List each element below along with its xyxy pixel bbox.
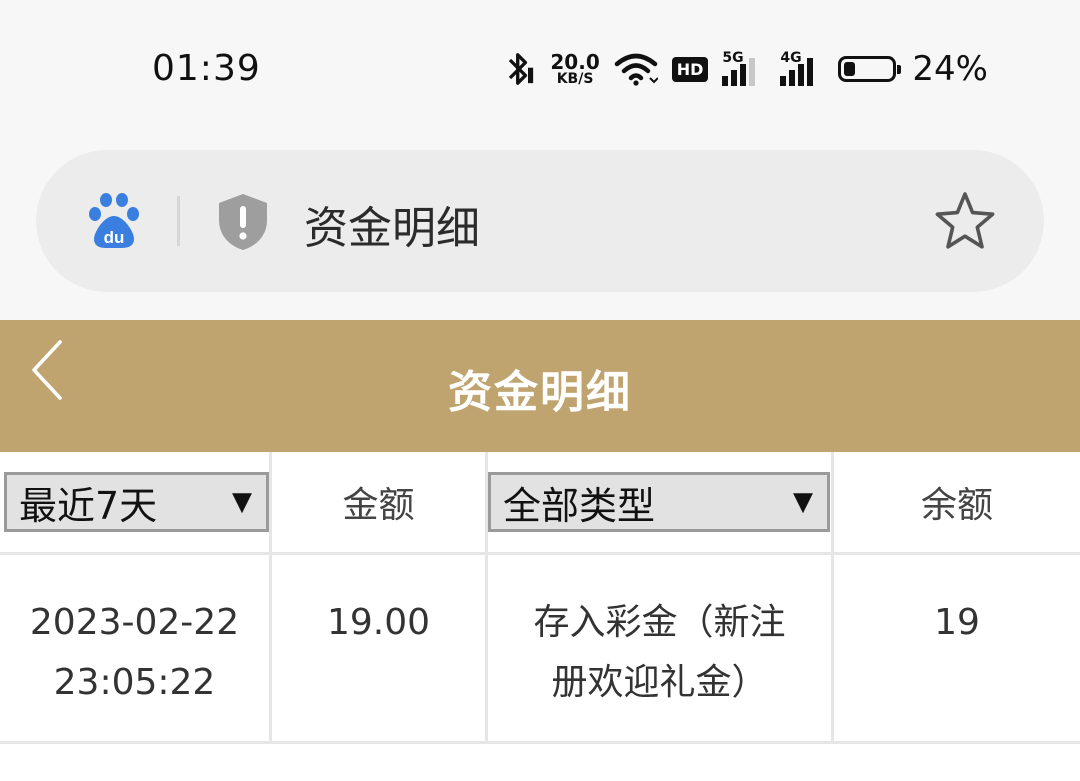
table-header-row: 最近7天 ▼ 金额 全部类型 ▼ 余额 bbox=[0, 452, 1080, 555]
battery-fill bbox=[844, 62, 856, 76]
balance-cell: 19 bbox=[934, 602, 980, 643]
status-icons: 20.0 KB/S HD 5G 4G 24% bbox=[502, 46, 988, 92]
security-shield-icon[interactable] bbox=[216, 192, 270, 252]
amount-column-header: 金额 bbox=[272, 452, 488, 552]
date-cell: 2023-02-22 23:05:22 bbox=[0, 555, 272, 741]
net-speed-unit: KB/S bbox=[556, 71, 594, 87]
page-title: 资金明细 bbox=[448, 367, 632, 418]
net-speed-value: 20.0 bbox=[550, 50, 600, 74]
bluetooth-icon bbox=[509, 53, 534, 85]
browser-toolbar: du 资金明细 bbox=[0, 130, 1080, 320]
time-text: 23:05:22 bbox=[53, 662, 216, 703]
battery-icon bbox=[838, 56, 902, 82]
date-range-select[interactable]: 最近7天 ▼ bbox=[4, 472, 269, 532]
dropdown-arrow-icon: ▼ bbox=[793, 487, 813, 517]
date-range-value: 最近7天 bbox=[19, 483, 158, 528]
type-column-header: 全部类型 ▼ bbox=[488, 452, 834, 552]
net-speed: 20.0 KB/S bbox=[550, 52, 599, 86]
svg-text:du: du bbox=[104, 228, 125, 247]
signal-5g-icon: 5G bbox=[722, 50, 766, 86]
star-icon[interactable] bbox=[934, 190, 996, 252]
page-header: 资金明细 bbox=[0, 320, 1080, 452]
address-bar[interactable]: du 资金明细 bbox=[36, 150, 1044, 292]
date-column-header: 最近7天 ▼ bbox=[0, 452, 272, 552]
wifi-icon bbox=[614, 53, 658, 86]
type-cell: 存入彩金（新注 册欢迎礼金） bbox=[488, 555, 834, 741]
type-text-line2: 册欢迎礼金） bbox=[551, 662, 768, 703]
fund-details-table: 最近7天 ▼ 金额 全部类型 ▼ 余额 2023-02-22 23:05:22 … bbox=[0, 452, 1080, 744]
status-bar: 01:39 20.0 KB/S HD 5G 4G 24% bbox=[0, 0, 1080, 130]
type-filter-select[interactable]: 全部类型 ▼ bbox=[488, 472, 830, 532]
address-title[interactable]: 资金明细 bbox=[304, 192, 480, 256]
table-row: 2023-02-22 23:05:22 19.00 存入彩金（新注 册欢迎礼金）… bbox=[0, 555, 1080, 744]
battery-percent: 24% bbox=[912, 49, 988, 89]
type-filter-value: 全部类型 bbox=[503, 483, 656, 528]
baidu-icon[interactable]: du bbox=[86, 192, 142, 250]
status-time: 01:39 bbox=[152, 48, 261, 89]
dropdown-arrow-icon: ▼ bbox=[232, 487, 252, 517]
hd-icon: HD bbox=[671, 56, 709, 82]
address-divider bbox=[177, 196, 180, 246]
signal-4g-icon: 4G bbox=[780, 50, 824, 86]
type-text-line1: 存入彩金（新注 bbox=[533, 602, 786, 643]
date-text: 2023-02-22 bbox=[29, 602, 240, 643]
amount-cell: 19.00 bbox=[272, 555, 488, 741]
balance-column-header: 余额 bbox=[920, 485, 993, 526]
